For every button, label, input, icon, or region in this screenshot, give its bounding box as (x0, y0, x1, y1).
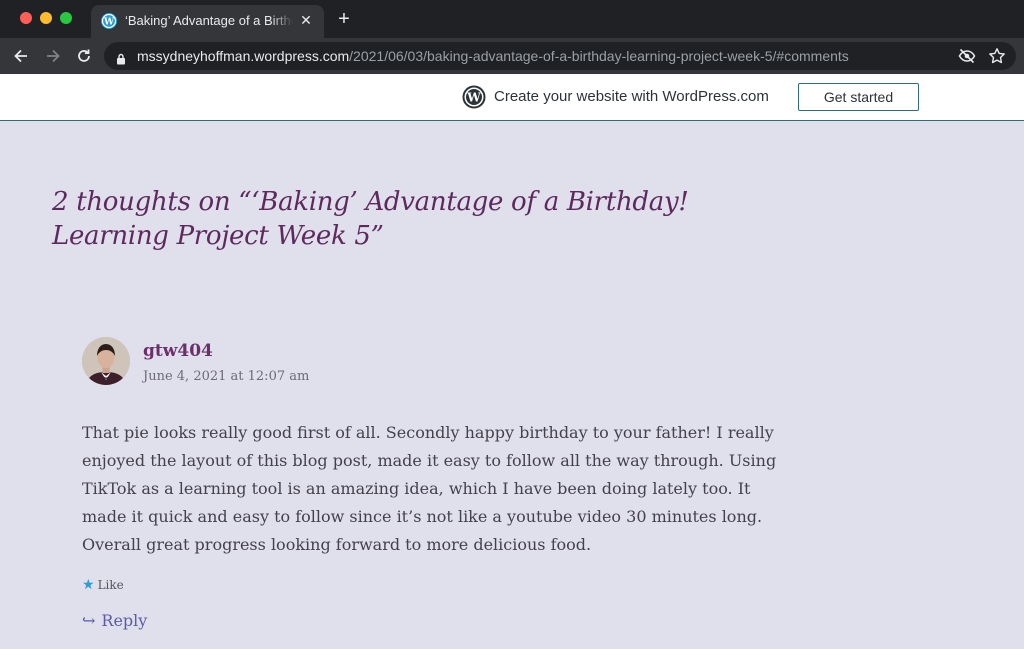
comment-date[interactable]: June 4, 2021 at 12:07 am (143, 369, 309, 384)
tab-close-icon[interactable]: ✕ (297, 11, 315, 29)
eye-off-icon[interactable] (958, 48, 976, 68)
wordpress-favicon-icon: W (101, 13, 117, 29)
like-star-icon: ★ (82, 577, 95, 593)
window-minimize-button[interactable] (40, 12, 52, 24)
reply-label: Reply (101, 611, 148, 630)
comment-body: That pie looks really good first of all.… (82, 423, 777, 554)
lock-icon (116, 50, 126, 69)
reply-arrow-icon: ↪ (82, 611, 96, 630)
comments-heading: 2 thoughts on “‘Baking’ Advantage of a B… (52, 187, 689, 251)
wordpress-logo-icon: W (462, 85, 486, 109)
svg-text:W: W (466, 90, 481, 104)
browser-tab[interactable]: W ‘Baking’ Advantage of a Birthday! Lear… (91, 5, 324, 38)
window-close-button[interactable] (20, 12, 32, 24)
new-tab-icon[interactable]: + (334, 9, 354, 29)
bookmark-star-icon[interactable] (988, 47, 1006, 69)
wordpress-banner: W Create your website with WordPress.com… (0, 74, 1024, 121)
browser-tab-strip: W ‘Baking’ Advantage of a Birthday! Lear… (0, 0, 1024, 38)
tab-title: ‘Baking’ Advantage of a Birthday! Learni… (125, 13, 293, 28)
comment-author[interactable]: gtw404 (143, 341, 213, 361)
url-text: mssydneyhoffman.wordpress.com/2021/06/03… (137, 48, 849, 64)
address-bar[interactable]: mssydneyhoffman.wordpress.com/2021/06/03… (104, 42, 1016, 70)
like-label: Like (97, 578, 124, 592)
avatar[interactable] (82, 337, 130, 385)
forward-arrow-icon[interactable] (43, 46, 63, 66)
reply-link[interactable]: ↪ Reply (82, 611, 147, 630)
banner-text[interactable]: Create your website with WordPress.com (494, 88, 769, 105)
back-arrow-icon[interactable] (11, 46, 31, 66)
browser-toolbar: mssydneyhoffman.wordpress.com/2021/06/03… (0, 38, 1024, 74)
window-zoom-button[interactable] (60, 12, 72, 24)
like-button[interactable]: ★ Like (82, 577, 124, 593)
svg-text:W: W (103, 18, 115, 28)
get-started-button[interactable]: Get started (798, 83, 919, 111)
reload-icon[interactable] (74, 46, 94, 66)
